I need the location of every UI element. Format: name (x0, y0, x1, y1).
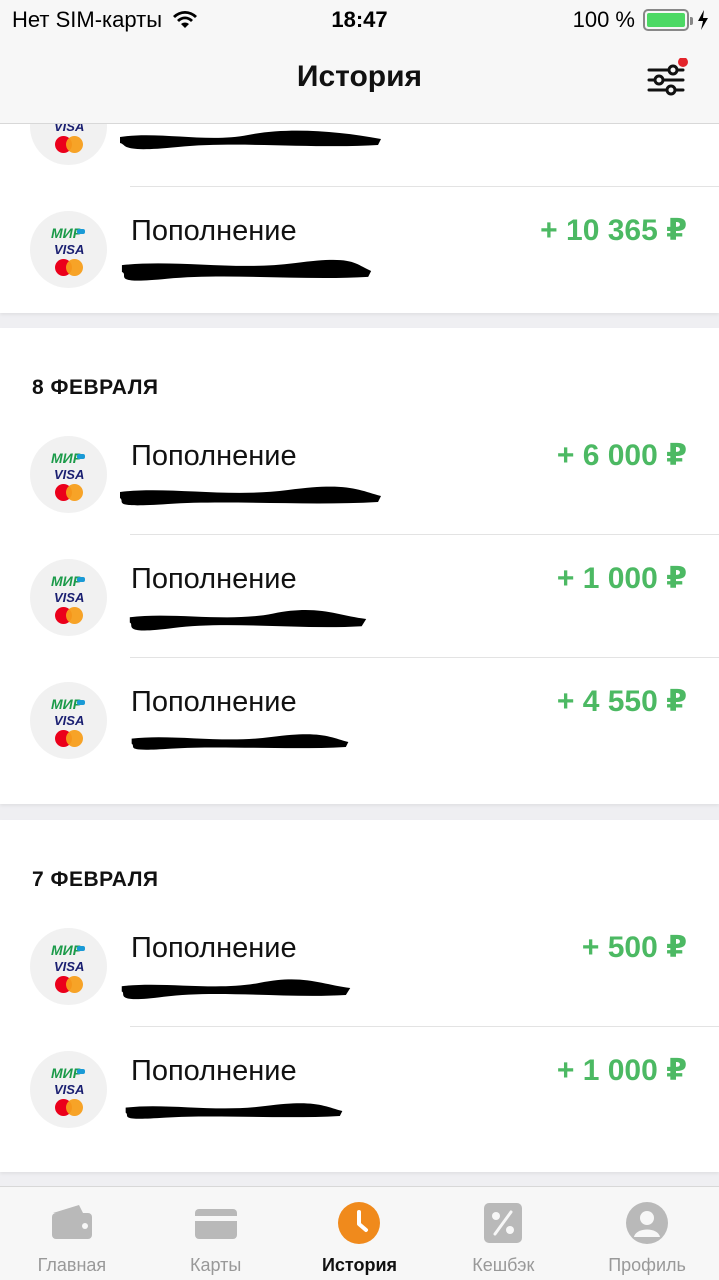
transaction-title: Пополнение (131, 215, 297, 247)
transaction-amount: + 10 365 ₽ (540, 214, 687, 247)
tab-history[interactable]: История (288, 1187, 432, 1280)
battery-percent: 100 % (572, 7, 635, 32)
card-logo: МИР VISA (30, 211, 107, 288)
card-logo: МИР VISA (30, 124, 107, 165)
card-logo: МИР VISA (30, 928, 107, 1005)
transaction-row[interactable]: МИР VISA Пополнение + 6 000 ₽ (0, 412, 719, 535)
transaction-title: Пополнение (131, 686, 297, 718)
status-bar: Нет SIM-карты 18:47 100 % (0, 0, 719, 40)
battery-icon (643, 9, 693, 31)
transaction-title: Пополнение (131, 932, 297, 964)
sliders-icon (647, 57, 688, 96)
filter-badge (678, 57, 688, 67)
clock-icon (338, 1202, 381, 1244)
mastercard-icon (55, 1099, 83, 1116)
tab-cashback[interactable]: Кешбэк (431, 1187, 575, 1280)
card-icon (194, 1209, 237, 1239)
transaction-amount: + 1 000 ₽ (556, 562, 687, 595)
transaction-amount: + 4 550 ₽ (556, 685, 687, 718)
transaction-row[interactable]: МИР VISA Пополнение + 10 365 ₽ (0, 187, 719, 310)
transaction-row[interactable]: МИР VISA (0, 124, 719, 187)
tab-profile[interactable]: Профиль (575, 1187, 719, 1280)
transaction-row[interactable]: МИР VISA Пополнение + 1 000 ₽ (0, 1027, 719, 1150)
redacted-card-number (131, 734, 349, 750)
mastercard-icon (55, 607, 83, 624)
page-title: История (296, 60, 423, 93)
redacted-card-number (120, 130, 381, 150)
tab-cards[interactable]: Карты (144, 1187, 288, 1280)
section-date: 8 ФЕВРАЛЯ (32, 376, 159, 399)
transaction-title: Пополнение (131, 1055, 297, 1087)
history-section: МИР VISA МИР VISA Пополнение + 10 365 ₽ (0, 124, 719, 313)
mastercard-icon (55, 484, 83, 501)
transaction-amount: + 6 000 ₽ (556, 439, 687, 472)
mastercard-icon (55, 136, 83, 153)
wallet-icon (51, 1205, 92, 1239)
tab-home[interactable]: Главная (0, 1187, 144, 1280)
charging-icon (698, 10, 708, 30)
card-logo: МИР VISA (30, 559, 107, 636)
transaction-row[interactable]: МИР VISA Пополнение + 500 ₽ (0, 904, 719, 1027)
tab-bar: Главная Карты История Кешбэк Профиль (0, 1186, 719, 1280)
transaction-title: Пополнение (131, 563, 297, 595)
percent-icon (484, 1203, 523, 1243)
mastercard-icon (55, 976, 83, 993)
card-logo: МИР VISA (30, 682, 107, 759)
transaction-amount: + 1 000 ₽ (556, 1054, 687, 1087)
transaction-amount: + 500 ₽ (581, 931, 687, 964)
filter-button[interactable] (645, 57, 689, 102)
card-logo: МИР VISA (30, 436, 107, 513)
mastercard-icon (55, 259, 83, 276)
transaction-row[interactable]: МИР VISA Пополнение + 4 550 ₽ (0, 658, 719, 781)
history-list[interactable]: МИР VISA МИР VISA Пополнение + 10 365 ₽ … (0, 124, 719, 1186)
section-date: 7 ФЕВРАЛЯ (32, 868, 159, 891)
history-section: 8 ФЕВРАЛЯ МИР VISA Пополнение + 6 000 ₽ … (0, 328, 719, 804)
profile-icon (626, 1202, 669, 1244)
transaction-title: Пополнение (131, 440, 297, 472)
card-logo: МИР VISA (30, 1051, 107, 1128)
redacted-card-number (129, 610, 367, 631)
redacted-card-number (121, 259, 372, 281)
transaction-row[interactable]: МИР VISA Пополнение + 1 000 ₽ (0, 535, 719, 658)
mastercard-icon (55, 730, 83, 747)
redacted-card-number (125, 1103, 343, 1119)
history-section: 7 ФЕВРАЛЯ МИР VISA Пополнение + 500 ₽ МИ… (0, 820, 719, 1172)
redacted-card-number (121, 979, 351, 1000)
nav-bar: История (0, 40, 719, 124)
redacted-card-number (120, 486, 381, 506)
